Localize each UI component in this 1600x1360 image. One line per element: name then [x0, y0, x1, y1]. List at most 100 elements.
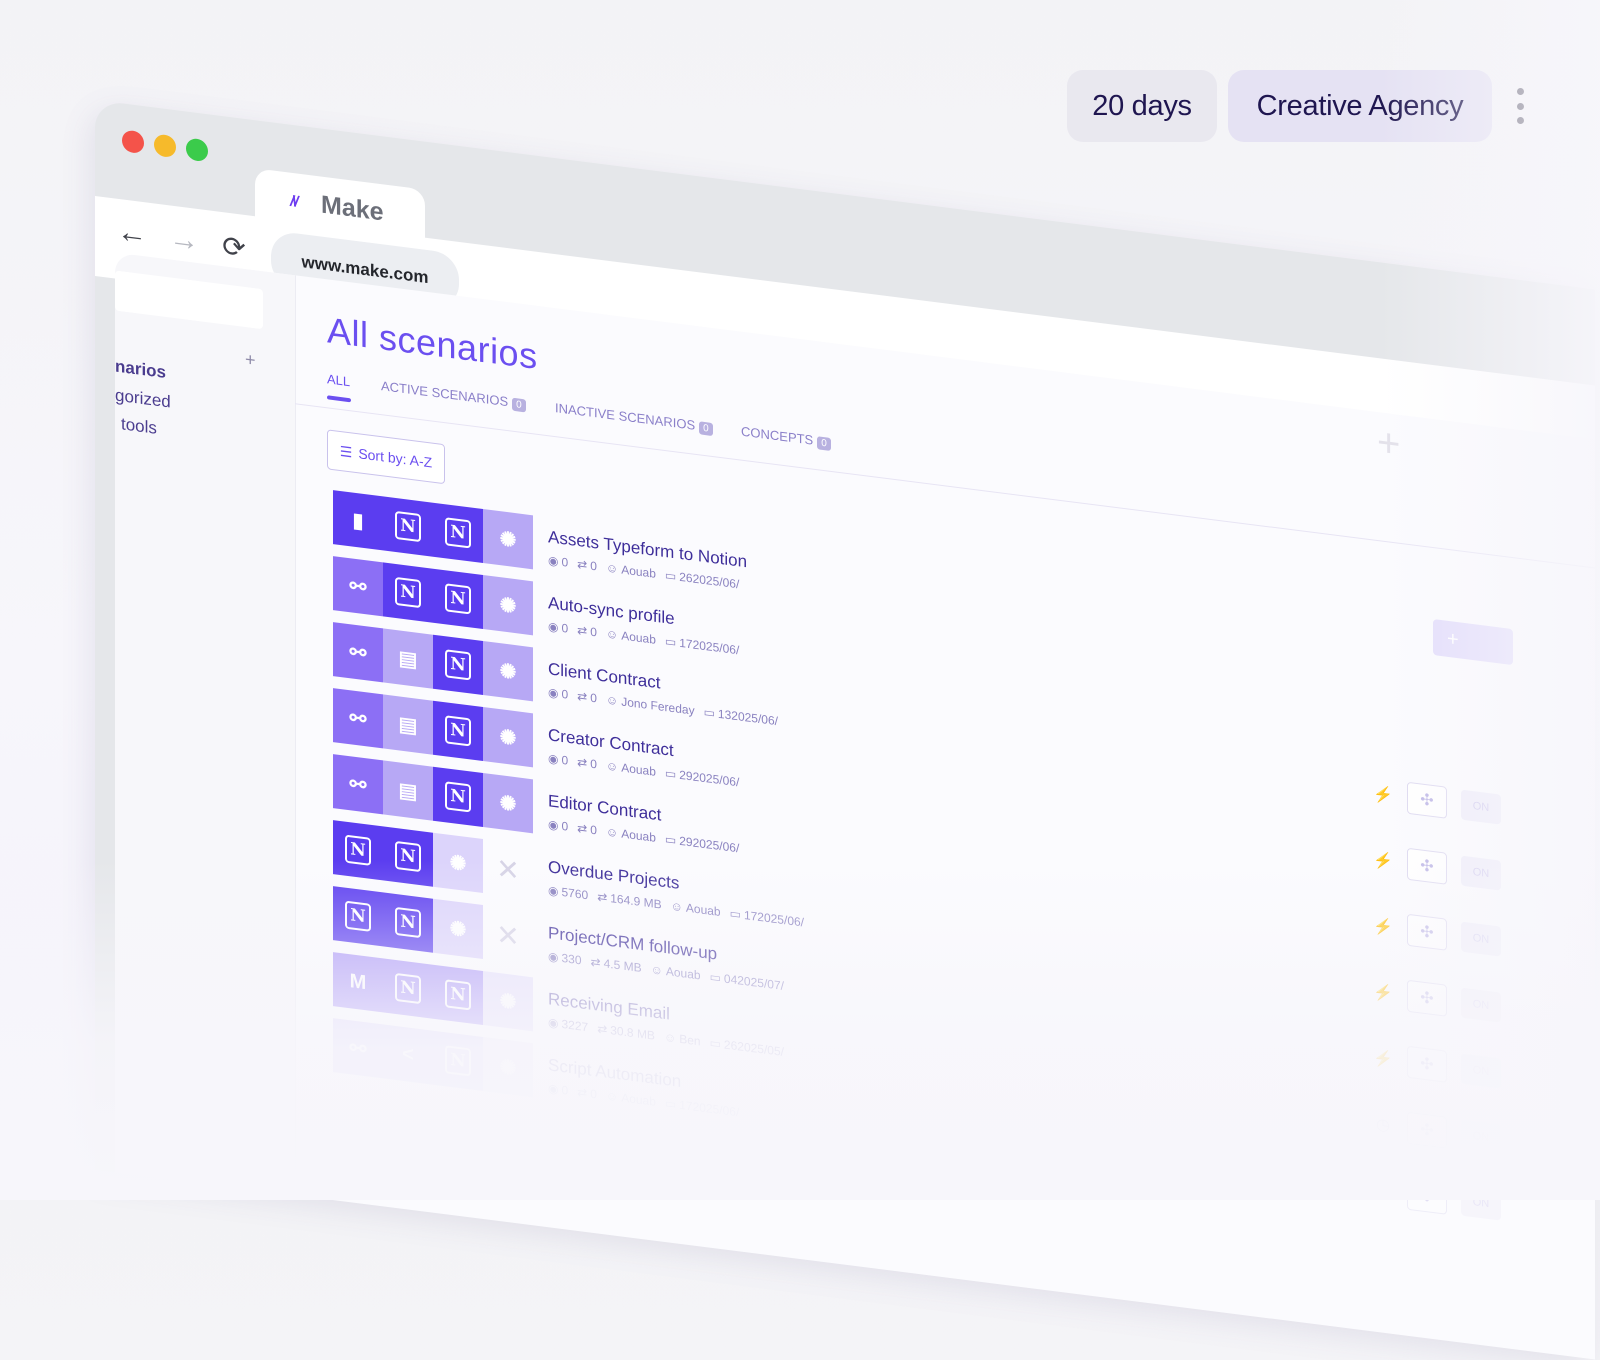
- last-edit-date: ▭ 292025/06/: [665, 766, 739, 789]
- document-icon: ▤: [383, 694, 433, 755]
- owner-icon: ☺: [605, 626, 619, 643]
- maximize-window-button[interactable]: [186, 137, 208, 163]
- notion-glyph: N: [445, 649, 471, 681]
- scenario-module-tiles: N N ✺ ✕: [333, 886, 533, 965]
- owner-icon: ☺: [605, 758, 619, 775]
- scenario-toggle[interactable]: ON: [1461, 921, 1501, 957]
- data-transfer-icon: ⇄: [577, 556, 588, 573]
- flow-control-icon[interactable]: ✣: [1407, 781, 1447, 819]
- last-edit-date: ▭ 132025/06/: [704, 705, 778, 728]
- scenario-toggle[interactable]: ON: [1461, 855, 1501, 891]
- notion-glyph: N: [345, 900, 371, 932]
- data-transfer: ⇄ 0: [577, 1085, 597, 1101]
- owner-value: Aouab: [621, 562, 656, 581]
- reload-icon[interactable]: ⟳: [217, 227, 251, 265]
- flow-control-icon[interactable]: ✣: [1407, 847, 1447, 885]
- operations-count: ◉ 0: [548, 1081, 568, 1098]
- trial-days-badge[interactable]: 20 days: [1067, 70, 1217, 142]
- notion-glyph: N: [445, 517, 471, 549]
- organization-switcher[interactable]: Creative Agency: [1228, 70, 1492, 142]
- operations-count: ◉ 3227: [548, 1015, 588, 1034]
- cross-icon: ✕: [496, 852, 520, 887]
- owner: ☺ Jono Fereday: [606, 693, 695, 718]
- last-edit-date-value: 292025/06/: [679, 767, 740, 790]
- notion-glyph: N: [395, 906, 421, 939]
- notion-icon: N: [383, 826, 433, 887]
- flow-control-icon[interactable]: ✣: [1407, 1045, 1447, 1083]
- data-transfer-value: 0: [590, 1086, 597, 1102]
- tab-active-scenarios[interactable]: ACTIVE SCENARIOS 0: [381, 378, 526, 413]
- last-edit-date-value: 172025/06/: [743, 907, 804, 930]
- tab-inactive-scenarios[interactable]: INACTIVE SCENARIOS 0: [555, 400, 713, 437]
- data-transfer: ⇄ 30.8 MB: [597, 1021, 655, 1042]
- last-edit-date: ▭ 262025/05/: [710, 1036, 784, 1059]
- scenario-toggle[interactable]: ON: [1461, 789, 1501, 825]
- gear-icon: ✺: [433, 898, 483, 960]
- sort-label: Sort by: A-Z: [358, 445, 433, 471]
- scenario-toggle[interactable]: ON: [1461, 1185, 1501, 1221]
- flow-control-icon[interactable]: ✣: [1407, 913, 1447, 951]
- sort-lines-icon: ☰: [339, 442, 353, 461]
- minimize-window-button[interactable]: [154, 133, 176, 159]
- tab-label: INACTIVE SCENARIOS: [555, 400, 696, 433]
- sidebar-item-tools[interactable]: tools: [121, 414, 157, 439]
- notion-glyph: N: [445, 781, 471, 813]
- tab-label: ACTIVE SCENARIOS: [381, 378, 509, 410]
- scenario-toggle[interactable]: ON: [1461, 987, 1501, 1023]
- kebab-icon[interactable]: [1512, 88, 1528, 124]
- operations-count-value: 3227: [561, 1016, 589, 1035]
- notion-icon: N: [433, 568, 483, 630]
- data-transfer-value: 4.5 MB: [603, 956, 642, 976]
- sidebar-item-scenarios[interactable]: narios: [115, 357, 166, 383]
- scenario-row-actions: ⚡ ✣ ON: [1373, 843, 1501, 891]
- last-edit-date-value: 262025/05/: [723, 1037, 784, 1060]
- operations-count: ◉ 0: [548, 619, 568, 636]
- owner-value: Ben: [679, 1031, 701, 1049]
- plus-icon[interactable]: +: [1377, 420, 1400, 468]
- create-scenario-button[interactable]: +: [1433, 619, 1513, 666]
- tab-concepts[interactable]: CONCEPTS 0: [741, 424, 831, 451]
- flow-control-icon[interactable]: ✣: [1407, 979, 1447, 1017]
- data-transfer-value: 30.8 MB: [610, 1023, 655, 1043]
- make-logo-icon: /\/: [290, 192, 297, 211]
- data-transfer: ⇄ 0: [577, 755, 597, 771]
- operations-count-icon: ◉: [548, 817, 559, 833]
- notion-glyph: N: [445, 715, 471, 747]
- notion-icon: N: [333, 886, 383, 947]
- data-transfer: ⇄ 0: [577, 821, 597, 837]
- data-transfer-icon: ⇄: [577, 1084, 588, 1101]
- webhook-icon: ⚯: [333, 1018, 383, 1079]
- owner-value: Jono Fereday: [621, 694, 695, 718]
- notion-glyph: N: [445, 979, 471, 1011]
- notion-icon: N: [433, 502, 483, 564]
- owner-icon: ☺: [605, 560, 619, 577]
- tab-all[interactable]: ALL: [327, 371, 350, 389]
- forward-arrow-icon[interactable]: →: [167, 221, 201, 259]
- notion-icon: N: [333, 820, 383, 881]
- sort-button[interactable]: ☰ Sort by: A-Z: [327, 429, 445, 485]
- sidebar-item-uncategorized[interactable]: gorized: [115, 386, 171, 413]
- instant-trigger-icon: ⚡: [1373, 983, 1393, 1003]
- instant-trigger-icon: ⚡: [1373, 917, 1393, 937]
- instant-trigger-icon: ⚡: [1373, 785, 1393, 805]
- sidebar-search-box[interactable]: [115, 270, 263, 330]
- operations-count-icon: ◉: [548, 949, 559, 965]
- tab-count-badge: 0: [512, 397, 526, 413]
- close-window-button[interactable]: [122, 129, 144, 155]
- gear-icon: ✺: [483, 509, 533, 570]
- flow-control-icon[interactable]: ✣: [1407, 1111, 1447, 1149]
- scenario-toggle[interactable]: ON: [1461, 1053, 1501, 1089]
- owner: ☺ Aouab: [651, 962, 701, 982]
- flow-control-icon[interactable]: ✣: [1407, 1177, 1447, 1215]
- owner: ☺ Aouab: [606, 561, 656, 581]
- owner-value: Aouab: [685, 900, 721, 920]
- tab-count-badge: 0: [699, 421, 713, 437]
- scenario-toggle[interactable]: ON: [1461, 1119, 1501, 1155]
- data-transfer: ⇄ 0: [577, 689, 597, 705]
- scenario-row-actions: ◷ ✣ ON: [1373, 1173, 1501, 1221]
- add-folder-icon[interactable]: +: [245, 349, 256, 371]
- notion-icon: N: [383, 496, 433, 557]
- tab-label: ALL: [327, 371, 351, 390]
- back-arrow-icon[interactable]: ←: [115, 215, 149, 253]
- browser-frame: /\/ Make ← → ⟳ www.make.com + narios gor…: [95, 100, 1595, 1360]
